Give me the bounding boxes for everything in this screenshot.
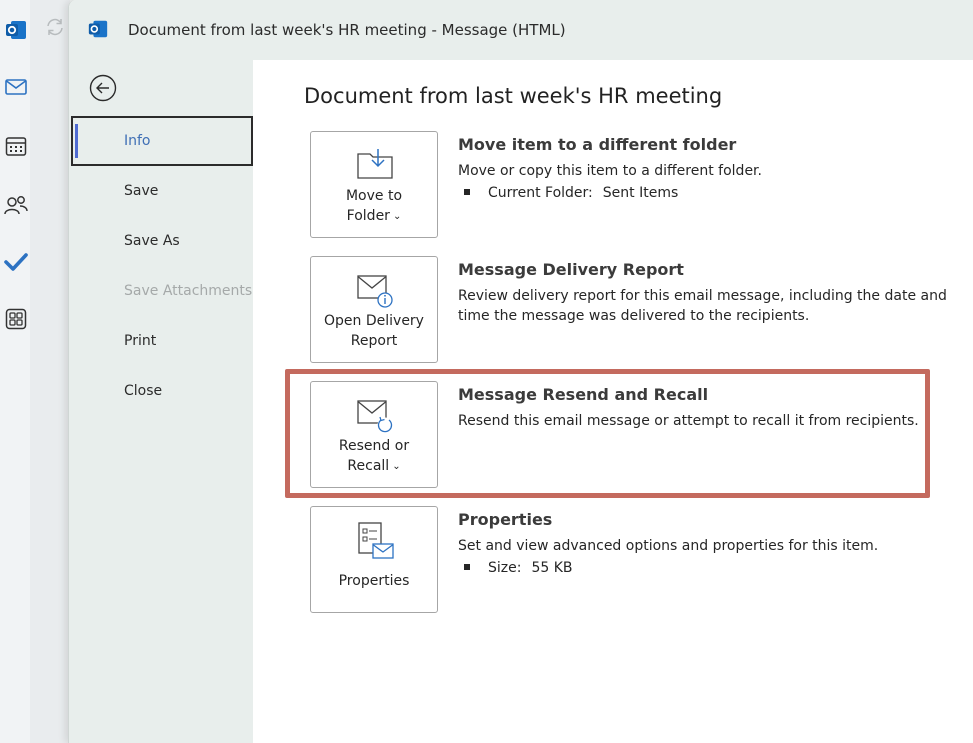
back-button[interactable] [89,74,117,102]
nav-item-print[interactable]: Print [71,316,253,366]
outlook-logo-icon [87,18,109,44]
bullet-square-icon [464,189,470,195]
background-window-edge [30,0,70,743]
tile-label-line2: Recall [347,458,390,474]
resend-or-recall-button[interactable]: Resend or Recall ⌄ [310,381,438,488]
bullet-square-icon [464,564,470,570]
section-description: Set and view advanced options and proper… [458,538,879,554]
size-info: Size: 55 KB [464,560,573,576]
tile-label: Open Delivery Report [311,311,437,351]
section-description: Review delivery report for this email me… [458,288,947,324]
nav-item-info[interactable]: Info [71,116,253,166]
outlook-logo-icon[interactable] [0,14,32,46]
todo-check-icon[interactable] [0,246,32,278]
people-icon[interactable] [0,189,32,221]
nav-item-save-as[interactable]: Save As [71,216,253,266]
delivery-report-icon [355,271,395,311]
nav-item-label: Save [124,183,159,199]
properties-button[interactable]: Properties [310,506,438,613]
apps-grid-icon[interactable] [0,303,32,335]
tile-label: Properties [311,571,437,591]
back-arrow-icon [89,74,117,102]
tile-label-line1: Move to [345,188,403,204]
nav-item-close[interactable]: Close [71,366,253,416]
section-description: Resend this email message or attempt to … [458,413,919,429]
bullet-value: Sent Items [602,185,679,201]
tile-label-line2: Folder [346,208,390,224]
section-title: Message Delivery Report [458,260,684,279]
resend-recall-icon [355,396,395,436]
move-to-folder-icon [355,146,395,186]
properties-icon [355,521,395,561]
message-window: Document from last week's HR meeting - M… [68,0,973,743]
nav-item-label: Close [124,383,163,399]
tile-label-line1: Resend or [338,438,410,454]
page-title: Document from last week's HR meeting [304,84,723,108]
tile-label-line2: Report [350,333,398,349]
mail-icon[interactable] [0,71,32,103]
nav-item-save-attachments: Save Attachments [71,266,253,316]
calendar-icon[interactable] [0,130,32,162]
bullet-label: Size: [488,560,522,576]
section-title: Move item to a different folder [458,135,737,154]
section-title: Message Resend and Recall [458,385,709,404]
backstage-nav: Info Save Save As Save Attachments Print… [69,60,253,743]
sync-icon [44,16,66,42]
section-description: Move or copy this item to a different fo… [458,163,762,179]
nav-item-save[interactable]: Save [71,166,253,216]
bullet-value: 55 KB [531,560,573,576]
current-folder-info: Current Folder: Sent Items [464,185,678,201]
bullet-label: Current Folder: [488,185,593,201]
chevron-down-icon: ⌄ [392,461,401,472]
nav-item-label: Save As [124,233,180,249]
window-title: Document from last week's HR meeting - M… [128,21,566,39]
section-title: Properties [458,510,553,529]
info-panel: Document from last week's HR meeting Mov… [254,60,973,743]
nav-item-label: Info [124,133,151,149]
nav-item-label: Save Attachments [124,283,253,299]
move-to-folder-button[interactable]: Move to Folder ⌄ [310,131,438,238]
tile-label: Move to Folder ⌄ [311,186,437,228]
tile-label-line2: Properties [338,573,410,589]
nav-item-label: Print [124,333,157,349]
tile-label-line1: Open Delivery [324,313,424,329]
title-bar: Document from last week's HR meeting - M… [69,0,973,60]
chevron-down-icon: ⌄ [392,211,402,222]
open-delivery-report-button[interactable]: Open Delivery Report [310,256,438,363]
tile-label: Resend or Recall ⌄ [311,436,437,478]
